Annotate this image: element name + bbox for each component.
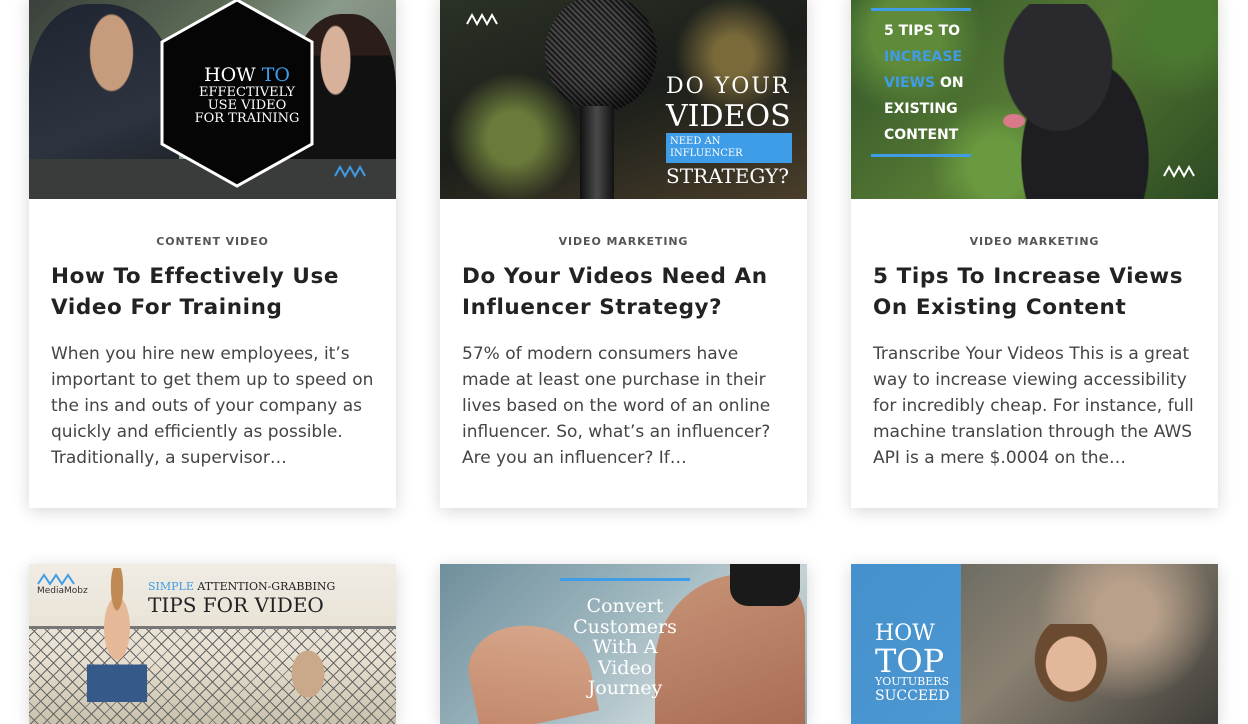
child-image	[87, 568, 147, 702]
post-excerpt: Transcribe Your Videos This is a great w…	[873, 344, 1194, 468]
post-thumbnail[interactable]: HOW TOP YOUTUBERS SUCCEED	[851, 564, 1218, 724]
post-title[interactable]: 5 Tips To Increase Views On Existing Con…	[873, 261, 1198, 323]
mediamobz-logo-icon	[37, 573, 75, 586]
mediamobz-logo-icon	[334, 164, 366, 178]
cat-image	[287, 644, 329, 704]
post-card-attention-tips[interactable]: MediaMobz SIMPLE ATTENTION-GRABBING TIPS…	[29, 564, 396, 724]
thumb-headline: HOW TOP YOUTUBERS SUCCEED	[875, 621, 950, 705]
mediamobz-logo-icon	[466, 12, 498, 26]
post-thumbnail[interactable]: DO YOUR VIDEOS NEED AN INFLUENCER STRATE…	[440, 0, 807, 199]
post-title[interactable]: How To Effectively Use Video For Trainin…	[51, 261, 376, 323]
post-excerpt: When you hire new employees, it’s import…	[51, 344, 374, 468]
post-body: VIDEO MARKETING 5 Tips To Increase Views…	[851, 199, 1218, 508]
post-thumbnail[interactable]: MediaMobz SIMPLE ATTENTION-GRABBING TIPS…	[29, 564, 396, 724]
post-card-top-youtubers[interactable]: HOW TOP YOUTUBERS SUCCEED	[851, 564, 1218, 724]
post-category[interactable]: CONTENT VIDEO	[29, 235, 396, 248]
post-card-video-journey[interactable]: Convert Customers With A Video Journey	[440, 564, 807, 724]
post-card-training[interactable]: HOW TO EFFECTIVELY USE VIDEO FOR TRAININ…	[29, 0, 396, 508]
thumb-rule-top	[560, 578, 690, 581]
microphone-handle-image	[580, 106, 614, 199]
thumb-headline: DO YOUR VIDEOS NEED AN INFLUENCER STRATE…	[666, 74, 792, 188]
thumb-headline: 5 TIPS TO INCREASE VIEWS ON EXISTING CON…	[884, 23, 964, 143]
thumb-headline: SIMPLE ATTENTION-GRABBING TIPS FOR VIDEO	[148, 580, 336, 617]
post-excerpt: 57% of modern consumers have made at lea…	[462, 344, 771, 468]
watch-image	[730, 564, 800, 606]
post-title[interactable]: Do Your Videos Need An Influencer Strate…	[462, 261, 787, 323]
post-thumbnail[interactable]: Convert Customers With A Video Journey	[440, 564, 807, 724]
fence-image	[29, 626, 396, 724]
post-card-influencer[interactable]: DO YOUR VIDEOS NEED AN INFLUENCER STRATE…	[440, 0, 807, 508]
thumb-rule-bottom	[871, 154, 971, 157]
thumb-rule-top	[871, 8, 971, 11]
mediamobz-logo-icon	[1163, 164, 1195, 178]
microphone-image	[545, 0, 657, 112]
woman-image	[1016, 624, 1126, 724]
thumb-headline: HOW TO EFFECTIVELY USE VIDEO FOR TRAININ…	[194, 64, 300, 126]
post-thumbnail[interactable]: 5 TIPS TO INCREASE VIEWS ON EXISTING CON…	[851, 0, 1218, 199]
thumb-headline: Convert Customers With A Video Journey	[573, 595, 677, 699]
post-category[interactable]: VIDEO MARKETING	[851, 235, 1218, 248]
post-body: VIDEO MARKETING Do Your Videos Need An I…	[440, 199, 807, 508]
post-body: CONTENT VIDEO How To Effectively Use Vid…	[29, 199, 396, 508]
post-thumbnail[interactable]: HOW TO EFFECTIVELY USE VIDEO FOR TRAININ…	[29, 0, 396, 199]
post-category[interactable]: VIDEO MARKETING	[440, 235, 807, 248]
post-card-views[interactable]: 5 TIPS TO INCREASE VIEWS ON EXISTING CON…	[851, 0, 1218, 508]
brand-name: MediaMobz	[37, 586, 88, 596]
